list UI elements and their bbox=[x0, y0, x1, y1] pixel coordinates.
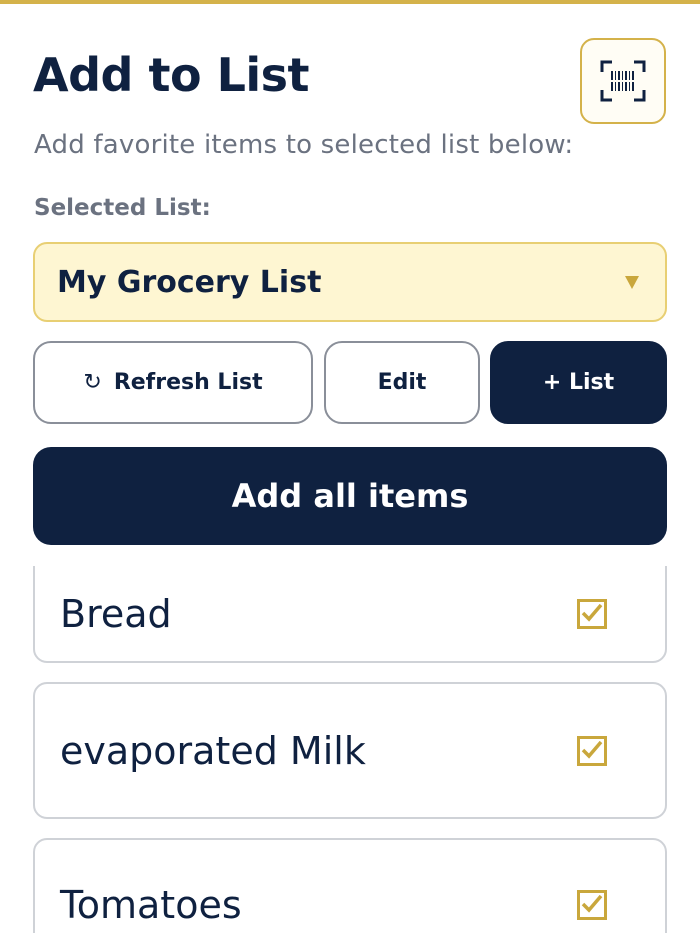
favorite-items-list[interactable]: Bread evaporated Milk Tomatoes bbox=[0, 566, 700, 933]
chevron-down-icon bbox=[625, 275, 639, 289]
add-all-items-label: Add all items bbox=[231, 477, 469, 515]
page-title: Add to List bbox=[33, 48, 310, 102]
top-accent-line bbox=[0, 0, 700, 4]
add-all-items-button[interactable]: Add all items bbox=[33, 447, 667, 545]
check-icon bbox=[581, 740, 603, 759]
item-checkbox[interactable] bbox=[577, 598, 607, 629]
edit-button[interactable]: Edit bbox=[324, 341, 480, 424]
check-icon bbox=[581, 894, 603, 913]
check-icon bbox=[581, 603, 603, 622]
edit-label: Edit bbox=[377, 370, 427, 395]
refresh-list-button[interactable]: ↻ Refresh List bbox=[33, 341, 313, 424]
barcode-scan-icon bbox=[600, 60, 646, 102]
add-list-label: + List bbox=[542, 370, 615, 395]
list-item[interactable]: evaporated Milk bbox=[33, 682, 667, 819]
refresh-list-label: Refresh List bbox=[113, 370, 263, 395]
item-checkbox[interactable] bbox=[577, 889, 607, 920]
selected-list-label: Selected List: bbox=[34, 195, 211, 221]
item-name: Bread bbox=[60, 591, 172, 636]
add-list-button[interactable]: + List bbox=[490, 341, 667, 424]
list-item[interactable]: Bread bbox=[33, 566, 667, 663]
scan-barcode-button[interactable] bbox=[580, 38, 666, 124]
list-item[interactable]: Tomatoes bbox=[33, 838, 667, 933]
refresh-icon: ↻ bbox=[83, 370, 102, 395]
list-select-dropdown[interactable]: My Grocery List bbox=[33, 242, 667, 322]
page-subtitle: Add favorite items to selected list belo… bbox=[34, 130, 574, 160]
item-name: Tomatoes bbox=[60, 882, 242, 927]
selected-list-value: My Grocery List bbox=[57, 264, 322, 300]
item-name: evaporated Milk bbox=[60, 728, 366, 773]
item-checkbox[interactable] bbox=[577, 735, 607, 766]
